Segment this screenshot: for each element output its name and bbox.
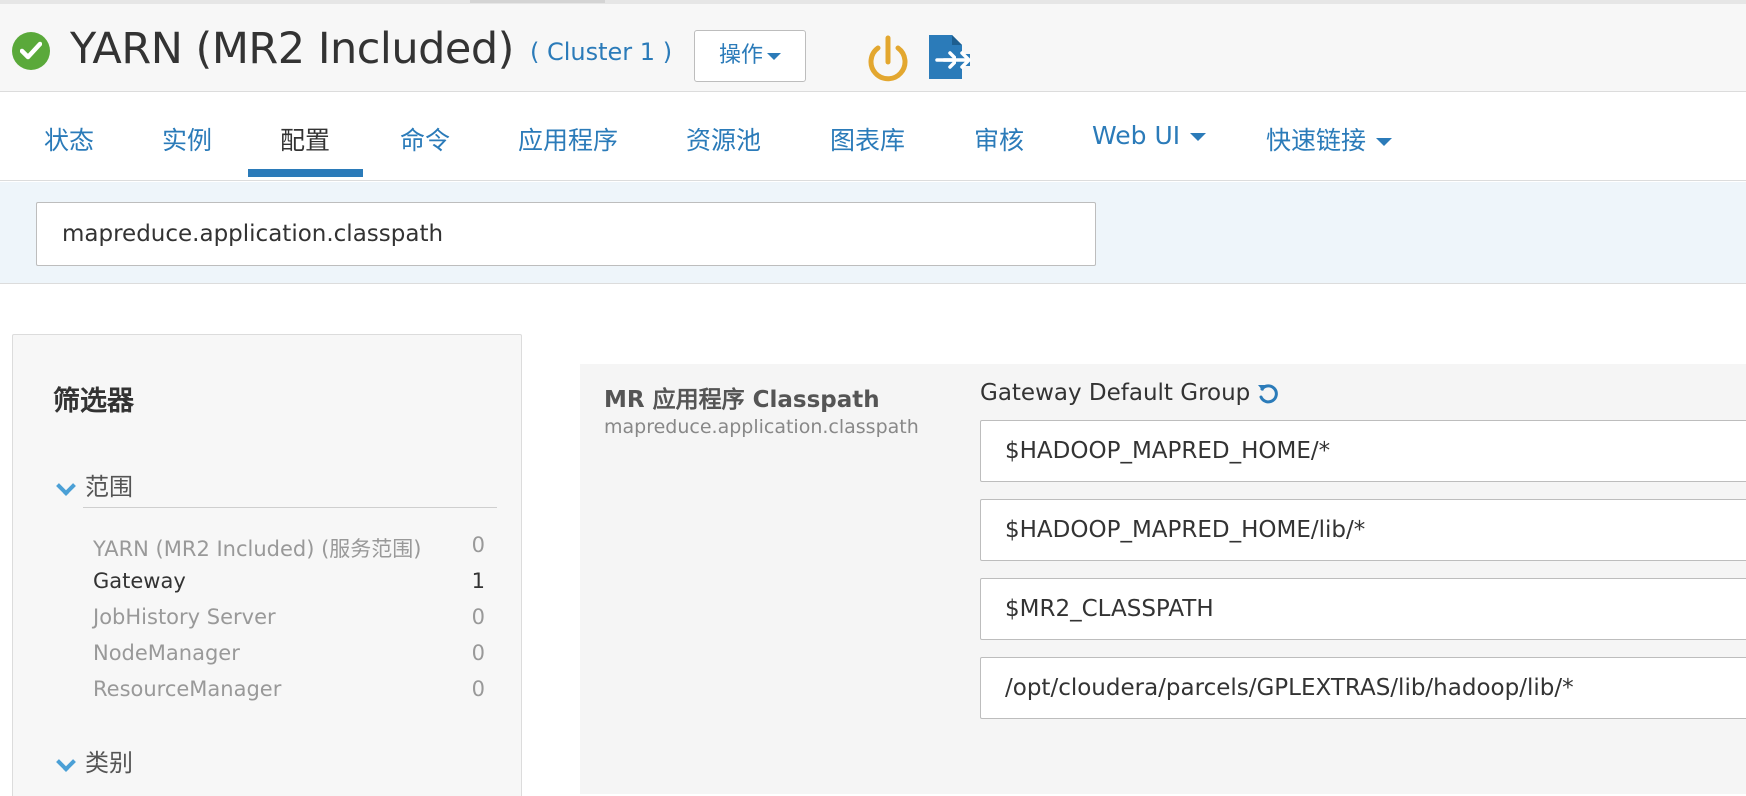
tab-web-ui[interactable]: Web UI (1092, 121, 1207, 150)
filter-title: 筛选器 (53, 386, 134, 417)
filter-section-category-label: 类别 (85, 749, 133, 777)
export-icon[interactable] (926, 32, 974, 82)
filter-panel: 筛选器 范围 YARN (MR2 Included) (服务范围) 0 Gatew… (12, 334, 522, 796)
filter-section-scope[interactable]: 范围 (53, 467, 133, 502)
service-nav: 状态 实例 配置 命令 应用程序 资源池 图表库 审核 Web UI 快速链接 (0, 93, 1746, 181)
tab-quick-links-label: 快速链接 (1266, 126, 1367, 155)
caret-down-icon (1190, 133, 1207, 141)
config-search-input[interactable] (36, 202, 1096, 266)
filter-item-resourcemanager[interactable]: ResourceManager 0 (93, 677, 485, 701)
actions-dropdown-button[interactable]: 操作 (694, 30, 806, 82)
section-divider (83, 507, 497, 508)
filter-item-label: ResourceManager (93, 677, 282, 701)
check-circle-icon (12, 32, 50, 70)
filter-item-label: NodeManager (93, 641, 240, 665)
filter-item-count: 0 (471, 641, 485, 665)
filter-item-jobhistory-server[interactable]: JobHistory Server 0 (93, 605, 485, 629)
power-icon[interactable] (864, 32, 912, 84)
active-tab-indicator (248, 169, 363, 177)
search-band (0, 182, 1746, 284)
config-property-panel: MR 应用程序 Classpath mapreduce.application.… (580, 364, 1746, 794)
filter-item-count: 1 (471, 569, 485, 593)
tab-audits[interactable]: 审核 (974, 121, 1024, 157)
filter-item-service-scope[interactable]: YARN (MR2 Included) (服务范围) 0 (93, 533, 485, 563)
classpath-value-field[interactable] (980, 499, 1746, 561)
filter-section-scope-label: 范围 (85, 473, 133, 501)
filter-item-nodemanager[interactable]: NodeManager 0 (93, 641, 485, 665)
tab-commands[interactable]: 命令 (400, 121, 450, 157)
filter-section-category[interactable]: 类别 (53, 743, 133, 778)
property-key: mapreduce.application.classpath (604, 416, 919, 438)
service-title: YARN (MR2 Included) (70, 24, 514, 74)
property-display-name: MR 应用程序 Classpath (604, 387, 880, 413)
cluster-link[interactable]: ( Cluster 1 ) (530, 38, 672, 66)
service-header: YARN (MR2 Included) ( Cluster 1 ) 操作 (0, 4, 1746, 92)
tab-configuration[interactable]: 配置 (280, 121, 330, 157)
filter-item-label: JobHistory Server (93, 605, 276, 629)
actions-label: 操作 (718, 43, 763, 68)
caret-down-icon (767, 52, 781, 60)
filter-item-count: 0 (471, 677, 485, 701)
tab-resource-pools[interactable]: 资源池 (686, 121, 761, 157)
role-group-label: Gateway Default Group (980, 380, 1251, 406)
filter-item-count: 0 (471, 605, 485, 629)
tab-status[interactable]: 状态 (44, 121, 94, 157)
classpath-value-field[interactable] (980, 420, 1746, 482)
chevron-down-icon (56, 476, 76, 496)
classpath-value-field[interactable] (980, 578, 1746, 640)
filter-item-count: 0 (471, 533, 485, 557)
tab-web-ui-label: Web UI (1092, 121, 1181, 150)
tab-applications[interactable]: 应用程序 (518, 121, 618, 157)
filter-item-gateway[interactable]: Gateway 1 (93, 569, 485, 593)
browser-tab-stub (470, 0, 605, 3)
tab-quick-links[interactable]: 快速链接 (1266, 121, 1393, 157)
tab-instances[interactable]: 实例 (162, 121, 212, 157)
caret-down-icon (1376, 138, 1393, 146)
reset-icon[interactable] (1256, 382, 1280, 406)
filter-item-label: Gateway (93, 569, 186, 593)
tab-charts-library[interactable]: 图表库 (830, 121, 905, 157)
filter-item-label: YARN (MR2 Included) (服务范围) (93, 537, 422, 561)
classpath-value-field[interactable] (980, 657, 1746, 719)
chevron-down-icon (56, 752, 76, 772)
